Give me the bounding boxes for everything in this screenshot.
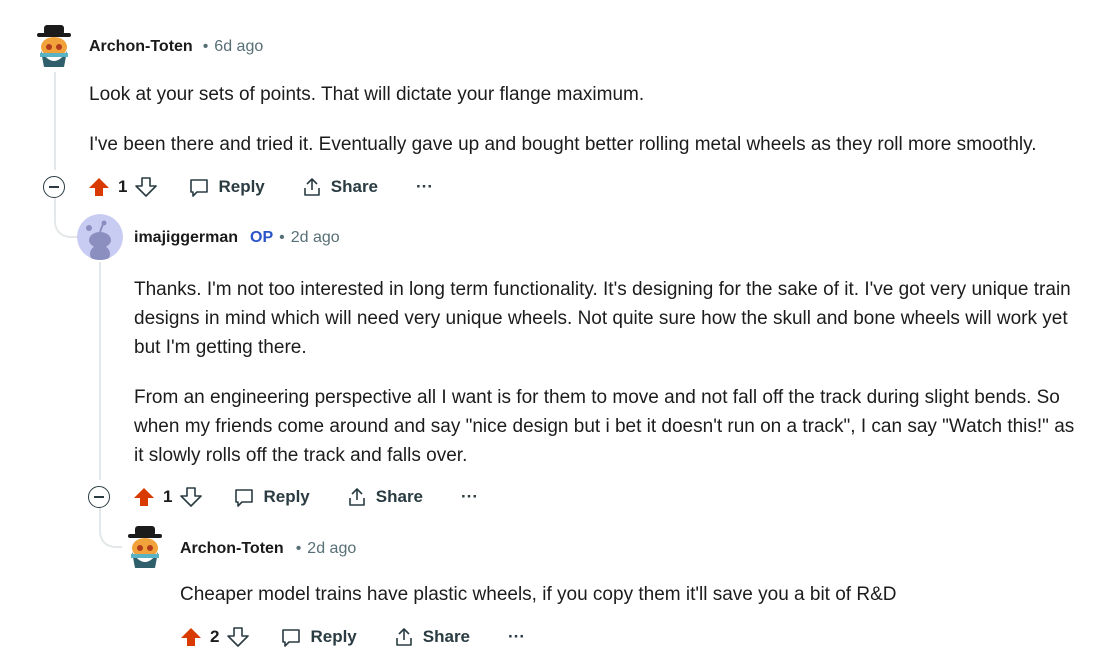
reply-button[interactable]: Reply bbox=[280, 626, 357, 648]
thread-line-1 bbox=[54, 72, 56, 170]
comment-author[interactable]: Archon-Toten bbox=[180, 540, 284, 558]
downvote-icon[interactable] bbox=[135, 176, 158, 198]
share-label: Share bbox=[330, 177, 379, 196]
share-button[interactable]: Share bbox=[393, 626, 470, 648]
reply-label: Reply bbox=[310, 627, 357, 646]
share-icon bbox=[346, 486, 368, 508]
more-icon: ··· bbox=[416, 177, 433, 196]
vote-count: 1 bbox=[163, 487, 173, 506]
comment-icon bbox=[233, 486, 255, 508]
meta-separator: • bbox=[295, 540, 302, 557]
comment-author[interactable]: imajiggerman bbox=[134, 229, 238, 247]
snoo-avatar-icon bbox=[31, 23, 77, 69]
vote-count: 1 bbox=[118, 177, 128, 196]
comment-paragraph: Cheaper model trains have plastic wheels… bbox=[180, 584, 897, 605]
more-icon: ··· bbox=[461, 487, 478, 506]
meta-separator: • bbox=[202, 38, 209, 55]
thread-line-2 bbox=[99, 262, 101, 480]
upvote-icon[interactable] bbox=[180, 626, 202, 648]
share-label: Share bbox=[422, 627, 471, 646]
reply-button[interactable]: Reply bbox=[188, 176, 265, 198]
comment-icon bbox=[188, 176, 210, 198]
comment-timestamp[interactable]: 2d ago bbox=[307, 540, 356, 558]
share-button[interactable]: Share bbox=[346, 486, 423, 508]
reply-label: Reply bbox=[263, 487, 310, 506]
comment-paragraph: Thanks. I'm not too interested in long t… bbox=[134, 279, 1071, 358]
reply-button[interactable]: Reply bbox=[233, 486, 310, 508]
more-icon: ··· bbox=[508, 627, 525, 646]
comment-paragraph: Look at your sets of points. That will d… bbox=[89, 84, 645, 105]
downvote-icon[interactable] bbox=[227, 626, 250, 648]
comment-action-bar: 1 Reply Share ··· bbox=[43, 170, 433, 204]
collapse-icon[interactable] bbox=[88, 486, 110, 508]
collapse-icon[interactable] bbox=[43, 176, 65, 198]
thread-connector-2 bbox=[99, 508, 123, 548]
share-icon bbox=[301, 176, 323, 198]
more-options-button[interactable]: ··· bbox=[416, 177, 433, 197]
comment-timestamp[interactable]: 6d ago bbox=[214, 38, 263, 56]
more-options-button[interactable]: ··· bbox=[508, 627, 525, 647]
vote-count: 2 bbox=[210, 627, 220, 646]
thread-connector-1 bbox=[54, 198, 78, 238]
comment-paragraph: From an engineering perspective all I wa… bbox=[134, 387, 1075, 466]
avatar[interactable] bbox=[31, 23, 77, 69]
reply-label: Reply bbox=[218, 177, 265, 196]
snoo-avatar-icon bbox=[122, 524, 168, 570]
comment-paragraph: I've been there and tried it. Eventually… bbox=[89, 134, 1037, 155]
avatar[interactable] bbox=[122, 524, 168, 570]
op-badge: OP bbox=[250, 229, 274, 246]
downvote-icon[interactable] bbox=[180, 486, 203, 508]
comment-icon bbox=[280, 626, 302, 648]
avatar[interactable] bbox=[77, 214, 123, 260]
comment-action-bar: 1 Reply Share ··· bbox=[88, 480, 478, 514]
share-button[interactable]: Share bbox=[301, 176, 378, 198]
comment-action-bar: 2 Reply Share ··· bbox=[180, 620, 525, 654]
share-icon bbox=[393, 626, 415, 648]
more-options-button[interactable]: ··· bbox=[461, 487, 478, 507]
meta-separator: • bbox=[279, 229, 285, 246]
upvote-icon[interactable] bbox=[133, 486, 155, 508]
upvote-icon[interactable] bbox=[88, 176, 110, 198]
comment-author[interactable]: Archon-Toten bbox=[89, 38, 193, 56]
default-avatar-icon bbox=[77, 214, 123, 260]
share-label: Share bbox=[375, 487, 424, 506]
comment-timestamp[interactable]: 2d ago bbox=[291, 229, 340, 247]
